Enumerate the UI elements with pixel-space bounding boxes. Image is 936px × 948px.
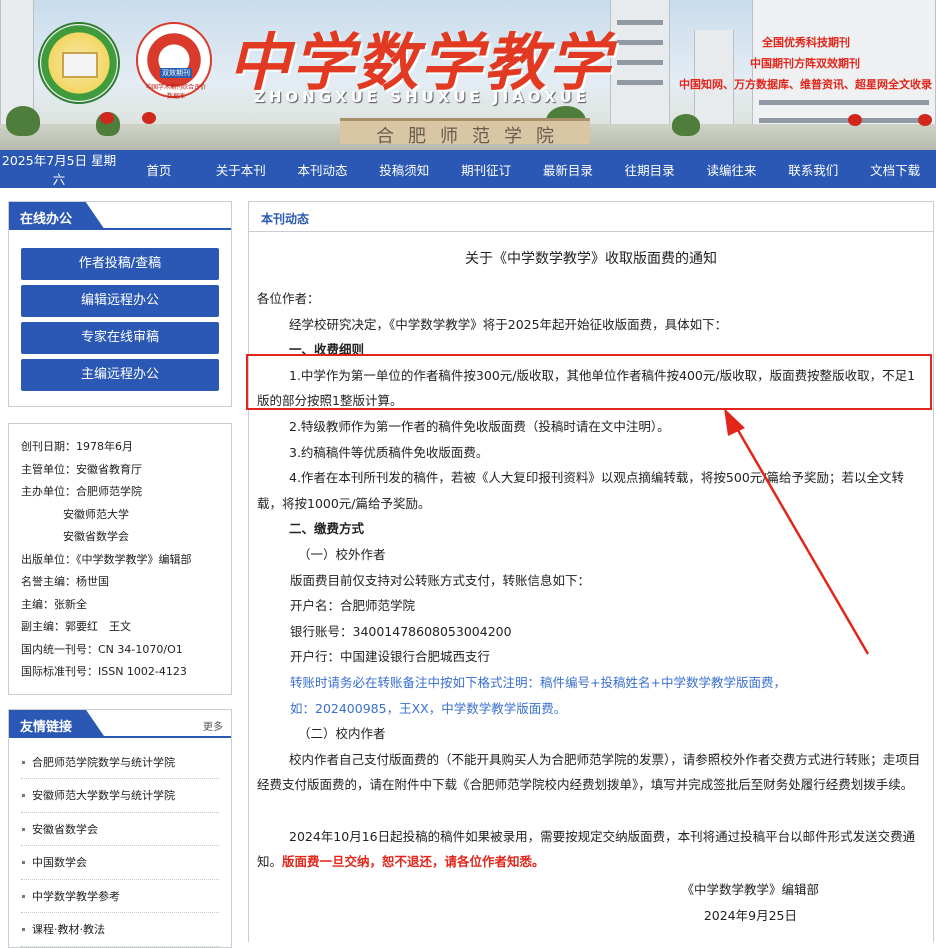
heading-payment: 二、缴费方式 xyxy=(289,521,365,537)
nav-latest-issue[interactable]: 最新目录 xyxy=(527,160,609,179)
honor-2: 中国期刊方阵双效期刊 xyxy=(750,57,860,70)
school-sign: 合肥师范学院 xyxy=(340,118,590,147)
award-seal-logo xyxy=(38,22,120,104)
info-cn-number: 国内统一刊号：CN 34-1070/O1 xyxy=(21,642,183,656)
info-supervisor: 主管单位：安徽省教育厅 xyxy=(21,462,142,476)
rule-1: 1.中学作为第一单位的作者稿件按300元/版收取，其他单位作者稿件按400元/版… xyxy=(257,367,916,409)
notice-paragraph: 2024年10月16日起投稿的稿件如果被录用，需要按规定交纳版面费，本刊将通过投… xyxy=(257,824,925,875)
sidebar: 在线办公 作者投稿/查稿 编辑远程办公 专家在线审稿 主编远程办公 创刊日期：1… xyxy=(8,201,232,948)
honor-1: 全国优秀科技期刊 xyxy=(762,36,850,49)
bank-branch: 开户行：中国建设银行合肥城西支行 xyxy=(290,649,491,665)
link-math-teaching-ref[interactable]: 中学数学教学参考 xyxy=(21,880,219,913)
seal-caption: 中国学术期刊综合评价数据库 xyxy=(145,84,206,100)
main-nav: 2025年7月5日 星期六 首页 关于本刊 本刊动态 投稿须知 期刊征订 最新目… xyxy=(0,150,936,188)
info-publisher: 出版单位：《中学数学教学》编辑部 xyxy=(21,552,192,566)
online-office-header: 在线办公 xyxy=(9,202,231,230)
main-content: 本刊动态 关于《中学数学教学》收取版面费的通知 各位作者： 经学校研究决定，《中… xyxy=(248,201,934,942)
nav-downloads[interactable]: 文档下载 xyxy=(854,160,936,179)
transfer-note-line2: 如：202400985，王XX，中学数学教学版面费。 xyxy=(290,700,567,716)
nav-home[interactable]: 首页 xyxy=(118,160,200,179)
nav-subscription[interactable]: 期刊征订 xyxy=(445,160,527,179)
author-submit-button[interactable]: 作者投稿/查稿 xyxy=(21,248,219,280)
nav-reader-letters[interactable]: 读编往来 xyxy=(691,160,773,179)
more-links-link[interactable]: 更多 xyxy=(203,718,223,733)
seal-tag: 双效期刊 xyxy=(160,68,192,78)
friend-links-header: 友情链接 更多 xyxy=(9,709,231,738)
friend-links-panel: 友情链接 更多 合肥师范学院数学与统计学院 安徽师范大学数学与统计学院 安徽省数… xyxy=(8,708,232,948)
section-header: 本刊动态 xyxy=(249,202,933,232)
nav-about[interactable]: 关于本刊 xyxy=(200,160,282,179)
greeting: 各位作者： xyxy=(257,291,320,306)
transfer-note-line1: 转账时请务必在转账备注中按如下格式注明：稿件编号+投稿姓名+中学数学教学版面费， xyxy=(290,674,786,690)
lantern xyxy=(918,114,932,126)
lantern xyxy=(848,114,862,126)
info-sponsor: 主办单位：合肥师范学院 xyxy=(21,485,142,498)
internal-paragraph: 校内作者自己支付版面费的（不能开具购买人为合肥师范学院的发票），请参照校外作者交… xyxy=(257,751,921,793)
payment-intro: 版面费目前仅支持对公转账方式支付，转账信息如下： xyxy=(290,572,591,588)
link-anhui-math-society[interactable]: 安徽省数学会 xyxy=(21,813,219,846)
editor-remote-button[interactable]: 编辑远程办公 xyxy=(21,285,219,317)
journal-title-pinyin: ZHONGXUE SHUXUE JIAOXUE xyxy=(254,88,590,106)
info-sponsor-3: 安徽省数学会 xyxy=(63,530,129,543)
nav-submission-guide[interactable]: 投稿须知 xyxy=(363,160,445,179)
journal-seal-logo: 双效期刊 中国学术期刊综合评价数据库 xyxy=(136,22,212,100)
journal-info-panel: 创刊日期：1978年6月 主管单位：安徽省教育厅 主办单位：合肥师范学院 安徽师… xyxy=(8,423,232,695)
tree xyxy=(672,114,700,136)
lantern xyxy=(100,112,114,124)
online-office-panel: 在线办公 作者投稿/查稿 编辑远程办公 专家在线审稿 主编远程办公 xyxy=(8,201,232,407)
info-sponsor-2: 安徽师范大学 xyxy=(63,507,129,521)
account-name: 开户名：合肥师范学院 xyxy=(290,598,416,614)
rule-2: 2.特级教师作为第一作者的稿件免收版面费（投稿时请在文中注明）。 xyxy=(289,418,670,434)
info-founded: 创刊日期：1978年6月 xyxy=(21,440,133,453)
sub-external-authors: （一）校外作者 xyxy=(298,546,386,562)
expert-review-button[interactable]: 专家在线审稿 xyxy=(21,322,219,354)
friend-links-title: 友情链接 xyxy=(9,709,105,738)
rule-3: 3.约稿稿件等优质稿件免收版面费。 xyxy=(289,444,489,460)
account-number: 银行账号：34001478608053004200 xyxy=(290,623,512,639)
nav-news[interactable]: 本刊动态 xyxy=(282,160,364,179)
nav-contact[interactable]: 联系我们 xyxy=(772,160,854,179)
intro-paragraph: 经学校研究决定，《中学数学教学》将于2025年起开始征收版面费，具体如下： xyxy=(289,316,728,332)
signature-date: 2024年9月25日 xyxy=(703,907,797,923)
notice-warning: 版面费一旦交纳，恕不退还，请各位作者知悉。 xyxy=(282,854,545,870)
link-hfnu-math[interactable]: 合肥师范学院数学与统计学院 xyxy=(21,746,219,779)
info-issn: 国际标准刊号：ISSN 1002-4123 xyxy=(21,665,187,678)
tree xyxy=(6,106,40,136)
honor-3: 中国知网、万方数据库、维普资讯、超星网全文收录 xyxy=(679,78,932,91)
nav-past-issues[interactable]: 往期目录 xyxy=(609,160,691,179)
info-editor: 主编：张新全 xyxy=(21,597,87,611)
site-banner: 双效期刊 中国学术期刊综合评价数据库 中学数学教学 ZHONGXUE SHUXU… xyxy=(0,0,936,150)
link-curriculum[interactable]: 课程·教材·教法 xyxy=(21,913,219,947)
heading-fee-rules: 一、收费细则 xyxy=(289,342,365,358)
online-office-title: 在线办公 xyxy=(9,202,105,230)
link-ahnu-math[interactable]: 安徽师范大学数学与统计学院 xyxy=(21,779,219,813)
rule-4: 4.作者在本刊所刊发的稿件，若被《人大复印报刊资料》以观点摘编转载，将按500元… xyxy=(257,470,904,511)
article-title: 关于《中学数学教学》收取版面费的通知 xyxy=(465,251,717,267)
chief-editor-button[interactable]: 主编远程办公 xyxy=(21,359,219,391)
info-deputy-editor: 副主编：郭要红 王文 xyxy=(21,620,131,633)
info-honorary-editor: 名誉主编：杨世国 xyxy=(21,575,109,588)
article: 关于《中学数学教学》收取版面费的通知 各位作者： 经学校研究决定，《中学数学教学… xyxy=(249,248,933,928)
lantern xyxy=(142,112,156,124)
current-date: 2025年7月5日 星期六 xyxy=(1,153,117,187)
sub-internal-authors: （二）校内作者 xyxy=(298,726,386,742)
link-cms[interactable]: 中国数学会 xyxy=(21,846,219,880)
signature: 《中学数学教学》编辑部 xyxy=(681,882,819,898)
